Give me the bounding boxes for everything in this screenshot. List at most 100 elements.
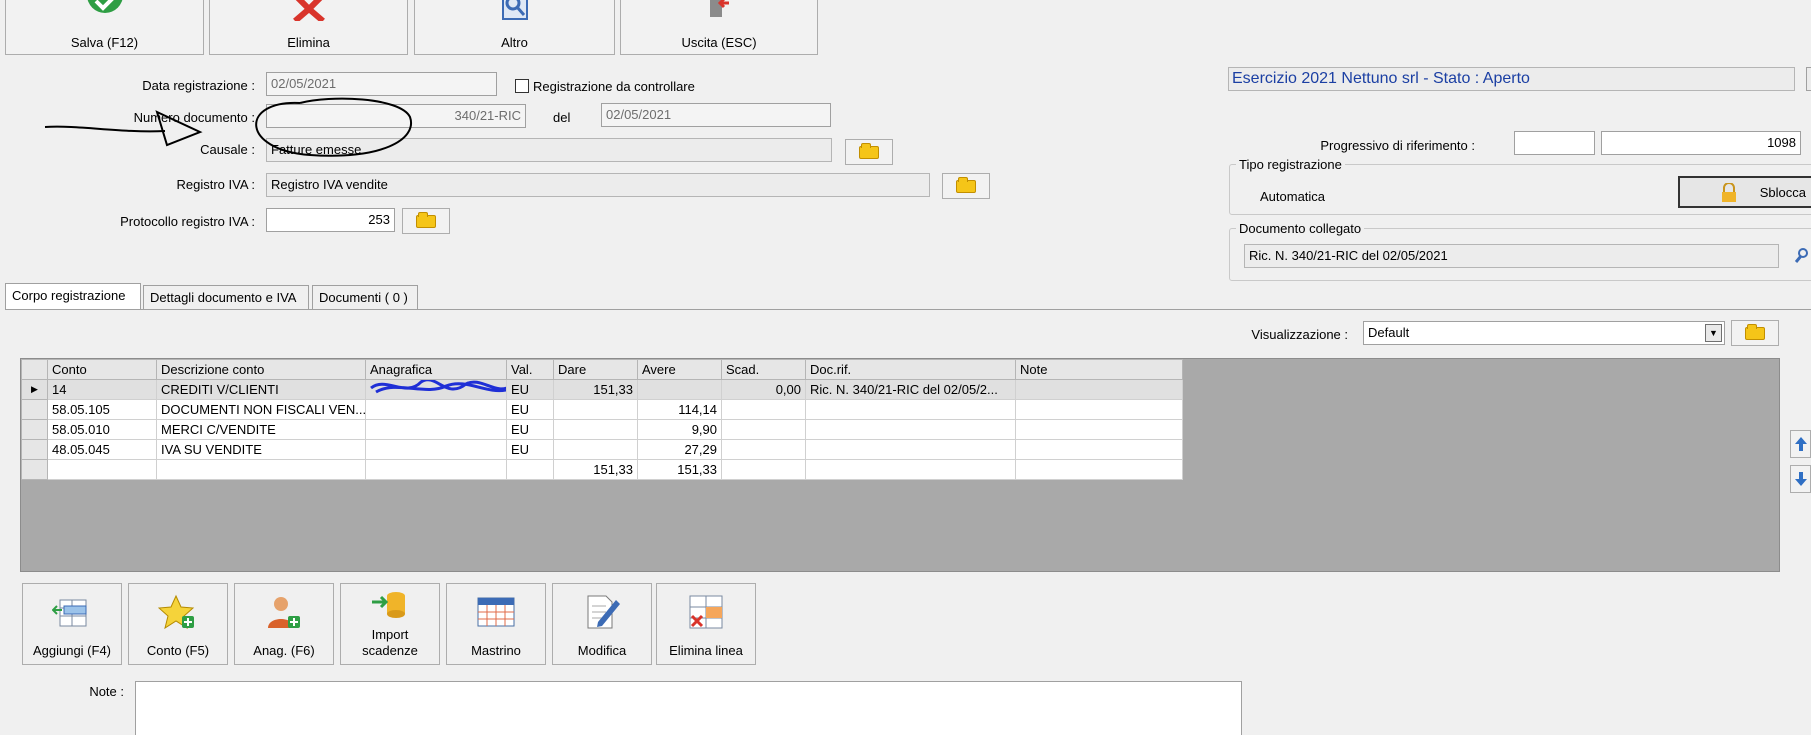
del-date-field[interactable]: 02/05/2021 <box>601 103 831 127</box>
aggiungi-button[interactable]: Aggiungi (F4) <box>22 583 122 665</box>
table-row[interactable]: 48.05.045 IVA SU VENDITE EU 27,29 <box>21 439 1183 460</box>
cell-dare[interactable] <box>553 399 638 420</box>
column-header-avere[interactable]: Avere <box>637 359 722 380</box>
cell-val[interactable]: EU <box>506 439 554 460</box>
cell-docrif[interactable] <box>805 439 1016 460</box>
table-row[interactable]: 58.05.010 MERCI C/VENDITE EU 9,90 <box>21 419 1183 440</box>
cell-scad[interactable] <box>721 399 806 420</box>
protocollo-lookup-button[interactable] <box>402 208 450 234</box>
cell-avere[interactable]: 27,29 <box>637 439 722 460</box>
open-document-icon[interactable] <box>1795 248 1809 264</box>
uscita-label: Uscita (ESC) <box>681 35 757 50</box>
move-row-down-button[interactable] <box>1790 465 1811 493</box>
cell-descrizione[interactable]: DOCUMENTI NON FISCALI VEN... <box>156 399 366 420</box>
cell-anagrafica[interactable] <box>365 419 507 440</box>
protocollo-registro-iva-field[interactable]: 253 <box>266 208 395 232</box>
column-header-conto[interactable]: Conto <box>47 359 157 380</box>
cell-val[interactable]: EU <box>506 399 554 420</box>
visualizzazione-select[interactable]: Default ▼ <box>1363 321 1725 345</box>
anag-button[interactable]: Anag. (F6) <box>234 583 334 665</box>
cell-dare[interactable] <box>553 419 638 440</box>
chevron-down-icon[interactable]: ▼ <box>1705 324 1722 342</box>
progressivo-field-2[interactable]: 1098 <box>1601 131 1801 155</box>
cell-avere[interactable] <box>637 379 722 400</box>
import-database-icon <box>372 592 405 618</box>
cell-conto[interactable]: 58.05.010 <box>47 419 157 440</box>
column-header-note[interactable]: Note <box>1015 359 1183 380</box>
table-row[interactable]: ▶ 14 CREDITI V/CLIENTI EU 151,33 0,00 Ri… <box>21 379 1183 400</box>
cell-descrizione[interactable]: IVA SU VENDITE <box>156 439 366 460</box>
cell-anagrafica[interactable] <box>365 399 507 420</box>
esercizio-side-button[interactable] <box>1806 67 1811 91</box>
cell-anagrafica[interactable] <box>365 379 507 400</box>
tab-corpo-registrazione[interactable]: Corpo registrazione <box>5 283 141 310</box>
cell-anagrafica[interactable] <box>365 439 507 460</box>
note-textarea[interactable] <box>135 681 1242 735</box>
folder-icon <box>416 211 436 228</box>
cell-dare[interactable] <box>553 439 638 460</box>
table-row[interactable]: 58.05.105 DOCUMENTI NON FISCALI VEN... E… <box>21 399 1183 420</box>
cell-docrif[interactable] <box>805 419 1016 440</box>
cell-avere[interactable]: 114,14 <box>637 399 722 420</box>
elimina-linea-button[interactable]: Elimina linea <box>656 583 756 665</box>
cell-avere[interactable]: 9,90 <box>637 419 722 440</box>
column-header-docrif[interactable]: Doc.rif. <box>805 359 1016 380</box>
mastrino-label: Mastrino <box>471 643 521 658</box>
conto-button[interactable]: Conto (F5) <box>128 583 228 665</box>
cell-docrif[interactable] <box>805 399 1016 420</box>
cell-scad[interactable] <box>721 419 806 440</box>
cell-val[interactable]: EU <box>506 379 554 400</box>
cell-conto[interactable]: 14 <box>47 379 157 400</box>
add-row-icon <box>52 599 87 627</box>
column-header-dare[interactable]: Dare <box>553 359 638 380</box>
row-header-corner <box>21 359 48 380</box>
move-row-up-button[interactable] <box>1790 430 1811 458</box>
altro-button[interactable]: Altro <box>414 0 615 55</box>
cell-docrif[interactable]: Ric. N. 340/21-RIC del 02/05/2... <box>805 379 1016 400</box>
registration-grid[interactable]: Conto Descrizione conto Anagrafica Val. … <box>20 358 1780 572</box>
column-header-scad[interactable]: Scad. <box>721 359 806 380</box>
folder-icon <box>859 142 879 159</box>
mastrino-button[interactable]: Mastrino <box>446 583 546 665</box>
documento-collegato-field: Ric. N. 340/21-RIC del 02/05/2021 <box>1244 244 1779 268</box>
modifica-button[interactable]: Modifica <box>552 583 652 665</box>
cell-descrizione[interactable]: CREDITI V/CLIENTI <box>156 379 366 400</box>
registration-table: Conto Descrizione conto Anagrafica Val. … <box>21 359 1183 480</box>
cell-conto[interactable]: 58.05.105 <box>47 399 157 420</box>
sblocca-button[interactable]: Sblocca <box>1678 176 1811 208</box>
row-header <box>21 439 48 460</box>
modifica-label: Modifica <box>577 643 627 658</box>
hand-drawn-annotation <box>44 97 413 157</box>
cell-note[interactable] <box>1015 399 1183 420</box>
cell-scad[interactable] <box>721 439 806 460</box>
visualizzazione-lookup-button[interactable] <box>1731 320 1779 346</box>
sblocca-label: Sblocca <box>1759 184 1806 200</box>
progressivo-field-1[interactable] <box>1514 131 1595 155</box>
cell-val[interactable]: EU <box>506 419 554 440</box>
cell-note[interactable] <box>1015 439 1183 460</box>
cell-descrizione[interactable]: MERCI C/VENDITE <box>156 419 366 440</box>
registro-iva-field[interactable]: Registro IVA vendite <box>266 173 930 197</box>
column-header-anagrafica[interactable]: Anagrafica <box>365 359 507 380</box>
elimina-button[interactable]: Elimina <box>209 0 408 55</box>
registro-iva-lookup-button[interactable] <box>942 173 990 199</box>
tab-dettagli-documento-iva[interactable]: Dettagli documento e IVA <box>143 285 309 309</box>
column-header-descrizione[interactable]: Descrizione conto <box>156 359 366 380</box>
import-scadenze-label: Import scadenze <box>362 627 418 658</box>
column-header-val[interactable]: Val. <box>506 359 554 380</box>
cell-dare[interactable]: 151,33 <box>553 379 638 400</box>
cell-note[interactable] <box>1015 419 1183 440</box>
cell-scad[interactable]: 0,00 <box>721 379 806 400</box>
cell-conto[interactable]: 48.05.045 <box>47 439 157 460</box>
current-row-indicator-icon: ▶ <box>21 379 48 400</box>
data-registrazione-field[interactable]: 02/05/2021 <box>266 72 497 96</box>
elimina-linea-label: Elimina linea <box>669 643 743 658</box>
tab-documenti[interactable]: Documenti ( 0 ) <box>312 285 418 309</box>
cell-note[interactable] <box>1015 379 1183 400</box>
causale-lookup-button[interactable] <box>845 139 893 165</box>
uscita-button[interactable]: Uscita (ESC) <box>620 0 818 55</box>
import-scadenze-button[interactable]: Import scadenze <box>340 583 440 665</box>
registrazione-da-controllare-checkbox[interactable] <box>515 79 529 93</box>
redaction-scribble <box>370 380 506 394</box>
salva-button[interactable]: Salva (F12) <box>5 0 204 55</box>
